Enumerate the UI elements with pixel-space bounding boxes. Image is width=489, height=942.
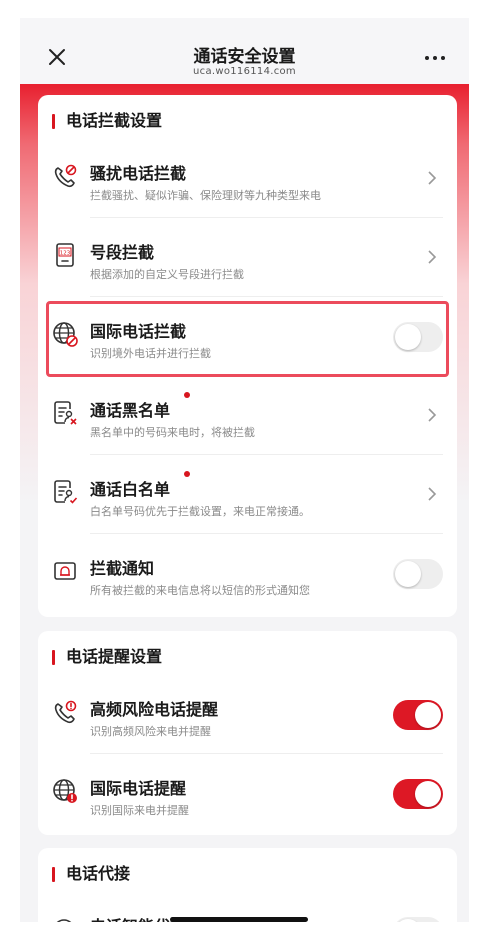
block-notice-toggle[interactable] [393,559,443,589]
row-segment-block[interactable]: 123 号段拦截 根据添加的自定义号段进行拦截 [38,218,457,297]
row-blacklist[interactable]: 通话黑名单 黑名单中的号码来电时，将被拦截 [38,376,457,455]
row-risk-reminder[interactable]: 高频风险电话提醒 识别高频风险来电并提醒 [38,675,457,754]
section-title-reminder: 电话提醒设置 [52,647,162,667]
badge-dot [184,471,190,477]
row-desc: 识别高频风险来电并提醒 [90,725,211,738]
risk-reminder-toggle[interactable] [393,700,443,730]
row-name: 拦截通知 [90,559,155,578]
row-name: 高频风险电话提醒 [90,700,219,719]
row-harass-block[interactable]: 骚扰电话拦截 拦截骚扰、疑似诈骗、保险理财等九种类型来电 [38,139,457,218]
card-call-blocking: 电话拦截设置 骚扰电话拦截 拦截骚扰、疑似诈骗、保险理财等九种类型来电 123 … [38,95,457,617]
whitelist-icon [54,480,78,504]
home-indicator [170,917,308,922]
row-intl-reminder[interactable]: 国际电话提醒 识别国际来电并提醒 [38,754,457,833]
row-desc: 所有被拦截的来电信息将以短信的形式通知您 [90,584,310,597]
chevron-right-icon [428,408,437,422]
row-name: 骚扰电话拦截 [90,164,187,183]
smart-answer-toggle[interactable] [393,917,443,922]
intl-reminder-toggle[interactable] [393,779,443,809]
row-name: 国际电话提醒 [90,779,187,798]
row-name: 号段拦截 [90,243,155,262]
globe-alert-icon [53,779,77,803]
row-whitelist[interactable]: 通话白名单 白名单号码优先于拦截设置，来电正常接通。 [38,455,457,534]
row-desc: 识别国际来电并提醒 [90,804,189,817]
card-call-reminder: 电话提醒设置 高频风险电话提醒 识别高频风险来电并提醒 国际电话提醒 识别国际来… [38,631,457,835]
svg-text:123: 123 [60,251,71,257]
phone-block-icon [54,164,77,188]
blacklist-icon [54,401,77,425]
row-name: 通话黑名单 [90,401,171,420]
section-title-blocking: 电话拦截设置 [52,111,162,131]
row-desc: 白名单号码优先于拦截设置，来电正常接通。 [90,505,310,518]
page-title: 通话安全设置 [193,47,296,67]
section-title-answering: 电话代接 [52,864,130,884]
phone-icon [56,919,72,922]
number-segment-icon: 123 [56,243,74,267]
chevron-right-icon [428,250,437,264]
row-name: 通话白名单 [90,480,171,499]
card-call-answering: 电话代接 电话智能代接 [38,848,457,922]
phone-alert-icon [54,700,77,724]
row-desc: 拦截骚扰、疑似诈骗、保险理财等九种类型来电 [90,189,321,202]
top-bar: 通话安全设置 uca.wo116114.com [20,18,469,84]
highlight-box [46,301,449,377]
chevron-right-icon [428,487,437,501]
row-desc: 黑名单中的号码来电时，将被拦截 [90,426,255,439]
chevron-right-icon [428,171,437,185]
page-url: uca.wo116114.com [193,66,296,77]
app-frame: 通话安全设置 uca.wo116114.com 电话拦截设置 骚扰电话拦截 拦截… [20,18,469,922]
row-block-notice[interactable]: 拦截通知 所有被拦截的来电信息将以短信的形式通知您 [38,534,457,613]
badge-dot [184,392,190,398]
row-desc: 根据添加的自定义号段进行拦截 [90,268,244,281]
bell-notice-icon [54,562,76,580]
more-icon[interactable] [425,56,445,60]
